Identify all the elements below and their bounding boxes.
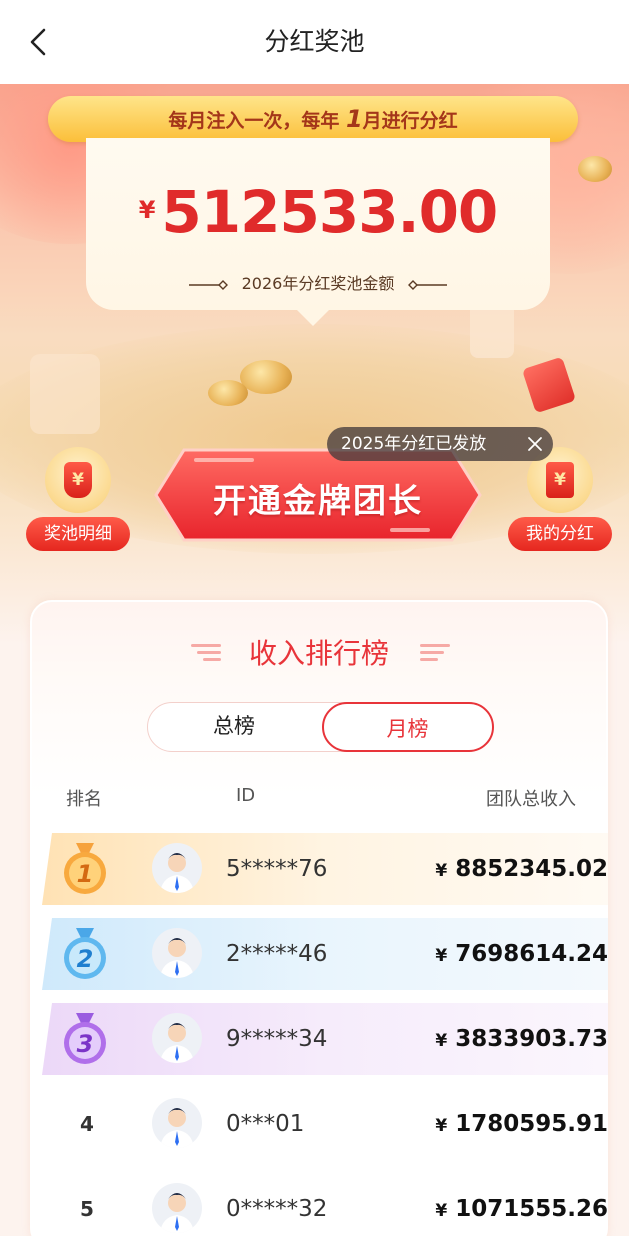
pool-amount-value: 512533.00 <box>161 178 498 246</box>
toast-text: 2025年分红已发放 <box>341 434 487 454</box>
pool-amount: ¥512533.00 <box>86 178 550 246</box>
user-id: 2*****46 <box>226 941 328 967</box>
divider-diamond-icon <box>408 279 448 290</box>
ranking-row: 4 0***01 ¥1780595.91 <box>42 1088 608 1160</box>
svg-text:1: 1 <box>77 860 94 888</box>
ranking-card: 收入排行榜 总榜 月榜 排名 ID 团队总收入 1 5*****76 ¥8852… <box>30 600 608 1236</box>
column-header-rank: 排名 <box>66 789 102 810</box>
avatar <box>152 1183 202 1233</box>
pool-label: 2026年分红奖池金额 <box>86 270 550 294</box>
pool-detail-label: 奖池明细 <box>26 517 130 551</box>
team-income: ¥3833903.73 <box>435 1026 608 1052</box>
pool-card-notch <box>293 306 333 326</box>
red-envelope-icon: ¥ <box>546 462 574 498</box>
ranking-title: 收入排行榜 <box>248 637 389 670</box>
avatar <box>152 928 202 978</box>
team-income: ¥7698614.24 <box>435 941 608 967</box>
pool-detail-button[interactable]: ¥ 奖池明细 <box>26 447 130 557</box>
ranking-row: 2 2*****46 ¥7698614.24 <box>42 918 608 990</box>
tab-month[interactable]: 月榜 <box>321 701 494 752</box>
team-income: ¥1071555.26 <box>435 1196 608 1222</box>
tab-total[interactable]: 总榜 <box>148 703 320 750</box>
divider-diamond-icon <box>188 279 228 290</box>
page-title: 分红奖池 <box>264 27 365 56</box>
ranking-row: 1 5*****76 ¥8852345.02 <box>42 833 608 905</box>
promo-banner: 每月注入一次，每年 1月进行分红 <box>48 96 578 142</box>
close-icon[interactable] <box>527 436 543 452</box>
pool-card: ¥512533.00 2026年分红奖池金额 <box>86 138 550 310</box>
ranking-tabs: 总榜 月榜 <box>147 701 494 752</box>
nav-bar: 分红奖池 <box>0 0 629 84</box>
rank-number: 5 <box>80 1197 94 1221</box>
bronze-medal-icon: 3 <box>64 1013 106 1064</box>
main-button-label: 开通金牌团长 <box>213 481 423 520</box>
column-header-income: 团队总收入 <box>486 789 576 810</box>
rank-number: 4 <box>80 1112 94 1136</box>
user-id: 5*****76 <box>226 856 328 882</box>
team-income: ¥1780595.91 <box>435 1111 608 1137</box>
column-header-id: ID <box>236 785 256 806</box>
my-dividend-label: 我的分红 <box>508 517 612 551</box>
user-id: 0*****32 <box>226 1196 328 1222</box>
currency-symbol: ¥ <box>138 196 156 224</box>
ranking-row: 3 9*****34 ¥3833903.73 <box>42 1003 608 1075</box>
avatar <box>152 1013 202 1063</box>
dividend-toast: 2025年分红已发放 <box>327 427 553 461</box>
svg-text:3: 3 <box>77 1030 94 1058</box>
ranking-row: 5 0*****32 ¥1071555.26 <box>42 1173 608 1236</box>
user-id: 9*****34 <box>226 1026 328 1052</box>
banner-text: 每月注入一次，每年 1月进行分红 <box>168 105 458 133</box>
avatar <box>152 1098 202 1148</box>
money-bag-icon: ¥ <box>64 462 92 498</box>
svg-text:2: 2 <box>77 945 94 973</box>
title-deco-right-icon <box>420 644 450 661</box>
avatar <box>152 843 202 893</box>
team-income: ¥8852345.02 <box>435 856 608 882</box>
silver-medal-icon: 2 <box>64 928 106 979</box>
my-dividend-button[interactable]: ¥ 我的分红 <box>508 447 612 557</box>
user-id: 0***01 <box>226 1111 305 1137</box>
pool-label-text: 2026年分红奖池金额 <box>241 274 395 293</box>
gold-medal-icon: 1 <box>64 843 106 894</box>
pool-detail-icon: ¥ <box>45 447 111 513</box>
